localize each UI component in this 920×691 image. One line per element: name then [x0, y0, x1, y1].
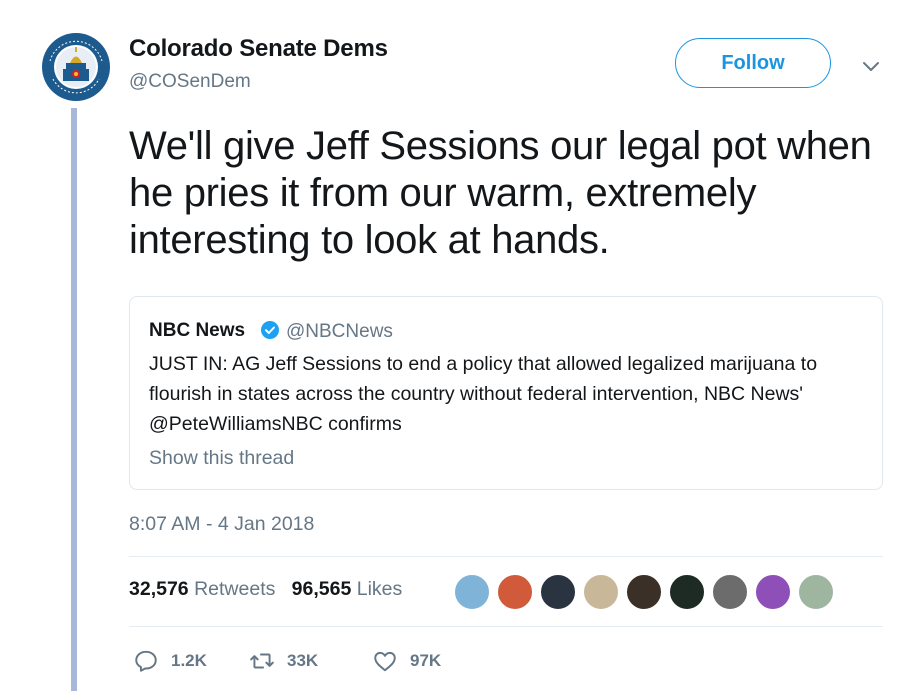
engagement-stats: 32,576 Retweets 96,565 Likes [129, 578, 402, 601]
liker-avatar[interactable] [497, 574, 533, 610]
retweet-icon [250, 653, 274, 669]
liker-avatar[interactable] [540, 574, 576, 610]
follow-button[interactable]: Follow [675, 38, 831, 88]
reply-icon [135, 650, 157, 672]
liker-avatar[interactable] [755, 574, 791, 610]
reply-button[interactable]: 1.2K [133, 648, 207, 674]
heart-icon [374, 651, 396, 672]
liker-avatar[interactable] [583, 574, 619, 610]
reply-count: 1.2K [171, 651, 207, 670]
user-handle[interactable]: @COSenDem [129, 71, 251, 93]
divider [129, 626, 883, 627]
retweets-label: Retweets [194, 578, 276, 600]
retweets-count: 32,576 [129, 578, 189, 600]
likes-count: 96,565 [291, 578, 352, 600]
retweet-count-link[interactable]: 32,576 Retweets [129, 578, 275, 600]
tweet-timestamp[interactable]: 8:07 AM - 4 Jan 2018 [129, 513, 314, 536]
show-thread-link[interactable]: Show this thread [149, 447, 294, 470]
likes-label: Likes [356, 578, 403, 600]
thread-line [71, 108, 77, 691]
retweet-button[interactable]: 33K [249, 648, 318, 674]
liker-avatar[interactable] [454, 574, 490, 610]
liker-avatar[interactable] [798, 574, 834, 610]
avatar[interactable] [41, 32, 111, 102]
quoted-tweet-text: JUST IN: AG Jeff Sessions to end a polic… [149, 353, 818, 435]
divider [129, 556, 883, 557]
liker-avatar[interactable] [712, 574, 748, 610]
chevron-down-icon[interactable] [859, 54, 883, 78]
liker-avatar[interactable] [626, 574, 662, 610]
liker-avatar[interactable] [669, 574, 705, 610]
quoted-tweet[interactable]: NBC News @NBCNews JUST IN: AG Jeff Sessi… [129, 296, 883, 490]
retweet-count: 33K [287, 651, 319, 670]
quoted-author-handle[interactable]: @NBCNews [286, 321, 393, 343]
quoted-author-name[interactable]: NBC News [149, 320, 245, 342]
colorado-senate-seal-icon [42, 33, 110, 101]
verified-badge-icon [260, 320, 280, 340]
like-button[interactable]: 97K [372, 648, 441, 674]
like-count: 97K [410, 651, 442, 670]
likes-count-link[interactable]: 96,565 Likes [292, 578, 403, 600]
tweet-text: We'll give Jeff Sessions our legal pot w… [129, 124, 872, 262]
display-name[interactable]: Colorado Senate Dems [129, 35, 388, 63]
